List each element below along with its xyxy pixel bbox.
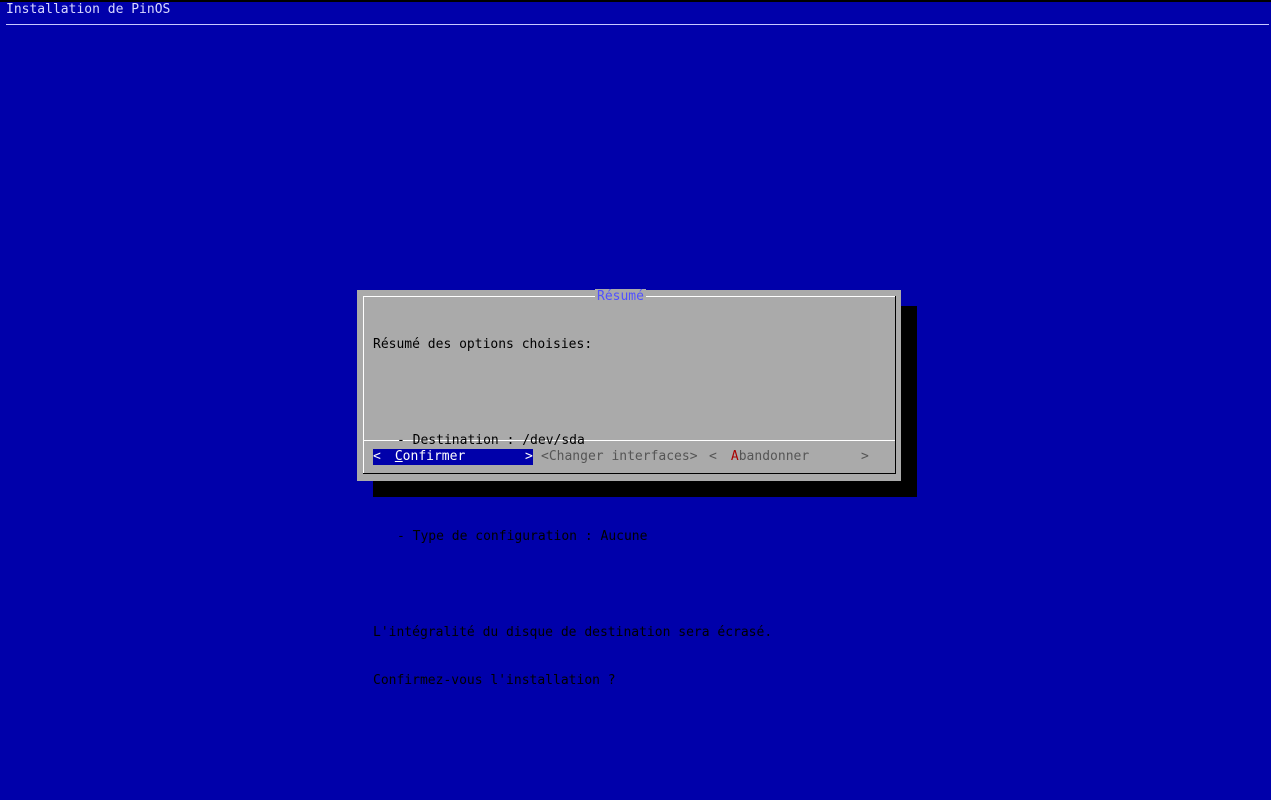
abandon-label-rest: bandonner (738, 449, 810, 464)
option-destination: - Destination : /dev/sda (397, 433, 585, 448)
abandon-button[interactable]: < Abandonner > (709, 449, 869, 465)
option-config-type: - Type de configuration : Aucune (397, 529, 648, 544)
question-text: Confirmez-vous l'installation ? (373, 673, 616, 688)
abandon-close-bracket: > (861, 449, 869, 464)
option-version: - Version : pinos-rip_13.2-rc1 (397, 481, 632, 496)
backtitle: Installation de PinOS (6, 2, 171, 17)
button-row: < Confirmer > <Changer interfaces> < Aba… (373, 449, 869, 465)
change-interfaces-label: <Changer interfaces> (541, 449, 698, 464)
confirm-open-bracket: < (373, 449, 381, 464)
confirm-close-bracket: > (524, 449, 533, 464)
intro-text: Résumé des options choisies: (373, 337, 593, 352)
summary-dialog: Résumé Résumé des options choisies: - De… (357, 289, 901, 688)
backtitle-divider (6, 24, 1269, 25)
installer-screen: Installation de PinOS Résumé Résumé des … (0, 0, 1271, 800)
change-interfaces-text: Changer interfaces (548, 449, 690, 464)
abandon-label: Abandonner (731, 449, 809, 465)
confirm-label-rest: onfirmer (402, 449, 466, 464)
confirm-button[interactable]: < Confirmer > (373, 449, 533, 465)
abandon-hotkey: A (730, 449, 739, 464)
dialog-title: Résumé (595, 289, 646, 305)
confirm-label: Confirmer (395, 449, 465, 465)
confirm-hotkey: C (394, 449, 403, 464)
dialog-border-right (895, 296, 896, 473)
dialog-body: Résumé des options choisies: - Destinati… (373, 305, 772, 721)
top-border (0, 0, 1271, 2)
abandon-open-bracket: < (709, 449, 717, 464)
warning-text: L'intégralité du disque de destination s… (373, 625, 773, 640)
dialog-border-left (363, 296, 364, 473)
change-interfaces-button[interactable]: <Changer interfaces> (541, 449, 701, 465)
